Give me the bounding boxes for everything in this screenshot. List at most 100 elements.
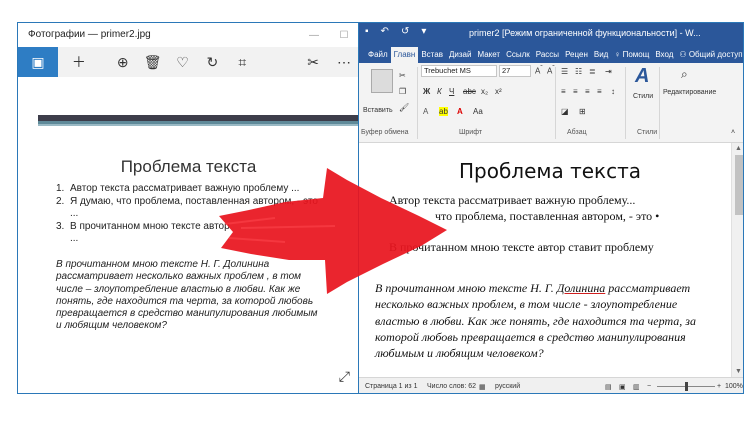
align-center-icon[interactable]: ≡ — [573, 87, 578, 96]
text-effects-icon[interactable]: A — [423, 107, 428, 116]
photos-toolbar: ▣ ＋ ⊕ 🗑 ♡ ↻ ⌗ ✂ ⋯ — [18, 47, 358, 77]
align-left-icon[interactable]: ≡ — [561, 87, 566, 96]
subscript-icon[interactable]: x₂ — [481, 87, 488, 96]
slide-header-stripe-light — [38, 124, 358, 126]
styles-icon[interactable]: A — [635, 65, 649, 88]
undo-icon[interactable]: ↶ — [381, 26, 389, 37]
bold-icon[interactable]: Ж — [423, 87, 430, 96]
strikethrough-icon[interactable]: abc — [463, 87, 476, 96]
word-window-title: primer2 [Режим ограниченной функциональн… — [469, 28, 701, 38]
align-right-icon[interactable]: ≡ — [585, 87, 590, 96]
highlight-icon[interactable]: ab — [439, 107, 448, 116]
person-icon: ⚇ — [679, 50, 688, 59]
favorite-icon[interactable]: ♡ — [168, 47, 198, 77]
signin-link[interactable]: Вход — [652, 47, 676, 63]
customize-icon[interactable]: ▾ — [421, 26, 426, 37]
font-name-select[interactable]: Trebuchet MS — [421, 65, 497, 77]
tab-review[interactable]: Рецен — [562, 47, 591, 63]
tab-layout[interactable]: Макет — [474, 47, 503, 63]
styles-button[interactable]: Стили — [633, 93, 653, 100]
multilevel-list-icon[interactable]: ≣ — [589, 67, 596, 76]
scroll-down-icon[interactable]: ▼ — [735, 368, 742, 375]
page-count[interactable]: Страница 1 из 1 — [365, 383, 417, 390]
zoom-out-icon[interactable]: − — [647, 383, 651, 390]
minimize-icon[interactable]: — — [299, 23, 329, 47]
photos-window-title: Фотографии — primer2.jpg — [28, 29, 151, 40]
document-line-2: что проблема, поставленная автором, - эт… — [435, 209, 659, 224]
tab-design[interactable]: Дизай — [446, 47, 474, 63]
tab-home[interactable]: Главн — [391, 47, 419, 63]
tab-references[interactable]: Ссылк — [503, 47, 533, 63]
maximize-icon[interactable]: ☐ — [329, 23, 358, 47]
numbering-icon[interactable]: ☷ — [575, 67, 582, 76]
red-arrow-icon — [215, 158, 450, 298]
web-layout-icon[interactable]: ▥ — [633, 383, 640, 391]
read-mode-icon[interactable]: ▤ — [605, 383, 612, 391]
shrink-font-icon[interactable]: Aˇ — [547, 65, 555, 76]
font-size-select[interactable]: 27 — [499, 65, 531, 77]
font-color-icon[interactable]: A — [457, 107, 463, 116]
rotate-icon[interactable]: ↻ — [197, 47, 227, 77]
vertical-scrollbar[interactable]: ▲ ▼ — [731, 143, 744, 377]
photos-window-controls: — ☐ — [299, 23, 358, 47]
ribbon-divider — [625, 67, 626, 139]
bullets-icon[interactable]: ☰ — [561, 67, 568, 76]
photos-title-bar: Фотографии — primer2.jpg — ☐ — [18, 23, 358, 47]
ribbon: Вставить ✂ ❐ 🖌 Буфер обмена Trebuchet MS… — [359, 63, 744, 143]
underline-icon[interactable]: Ч — [449, 87, 454, 96]
word-count[interactable]: Число слов: 62 — [427, 383, 476, 390]
ribbon-tabs: Файл Главн Встав Дизай Макет Ссылк Рассы… — [359, 45, 744, 63]
justify-icon[interactable]: ≡ — [597, 87, 602, 96]
editing-button[interactable]: Редактирование — [663, 89, 716, 96]
group-clipboard-label: Буфер обмена — [361, 129, 409, 136]
more-icon[interactable]: ⋯ — [329, 47, 358, 77]
ribbon-divider — [555, 67, 556, 139]
italic-icon[interactable]: К — [437, 87, 442, 96]
tab-help[interactable]: ♀ Помощ — [611, 47, 652, 63]
grow-font-icon[interactable]: Aˆ — [535, 65, 543, 76]
zoom-slider-handle[interactable] — [685, 382, 688, 391]
format-painter-icon[interactable]: 🖌 — [399, 103, 409, 112]
language-indicator[interactable]: русский — [495, 383, 520, 390]
delete-icon[interactable]: 🗑 — [138, 47, 168, 77]
group-styles-label: Стили — [637, 129, 657, 136]
status-bar: Страница 1 из 1 Число слов: 62 ▦ русский… — [359, 377, 744, 394]
change-case-icon[interactable]: Aa — [473, 107, 483, 116]
expand-icon[interactable]: ⤢ — [339, 368, 350, 385]
save-icon[interactable]: ▪ — [365, 26, 369, 37]
borders-icon[interactable]: ⊞ — [579, 107, 586, 116]
tab-insert[interactable]: Встав — [418, 47, 446, 63]
zoom-level[interactable]: 100% — [725, 383, 743, 390]
tab-file[interactable]: Файл — [365, 47, 391, 63]
copy-icon[interactable]: ❐ — [399, 87, 406, 96]
print-layout-icon[interactable]: ▣ — [619, 383, 626, 391]
spellcheck-name: Долинина — [557, 281, 605, 295]
crop-icon[interactable]: ⌗ — [227, 47, 257, 77]
cut-icon[interactable]: ✂ — [399, 71, 406, 80]
find-icon[interactable]: ⌕ — [681, 67, 688, 82]
indent-icon[interactable]: ⇥ — [605, 67, 612, 76]
proofing-icon[interactable]: ▦ — [479, 383, 486, 391]
line-spacing-icon[interactable]: ↕ — [611, 87, 615, 96]
word-title-bar: ▪ ↶ ↺ ▾ primer2 [Режим ограниченной функ… — [359, 23, 744, 45]
ribbon-divider — [659, 67, 660, 139]
paste-button[interactable]: Вставить — [363, 107, 393, 114]
collapse-ribbon-icon[interactable]: ˄ — [731, 129, 735, 136]
edit-icon[interactable]: ✂ — [297, 47, 329, 77]
scroll-thumb[interactable] — [735, 155, 743, 215]
redo-icon[interactable]: ↺ — [401, 26, 409, 37]
collection-icon[interactable]: ▣ — [18, 47, 58, 77]
ribbon-divider — [417, 67, 418, 139]
superscript-icon[interactable]: x² — [495, 87, 502, 96]
quick-access-toolbar: ▪ ↶ ↺ ▾ — [365, 26, 426, 37]
tab-mailings[interactable]: Рассы — [533, 47, 562, 63]
shading-icon[interactable]: ◪ — [561, 107, 569, 116]
tab-view[interactable]: Вид — [591, 47, 611, 63]
scroll-up-icon[interactable]: ▲ — [735, 145, 742, 152]
zoom-icon[interactable]: ⊕ — [108, 47, 138, 77]
paste-icon[interactable] — [371, 69, 393, 93]
add-icon[interactable]: ＋ — [58, 47, 100, 77]
zoom-in-icon[interactable]: + — [717, 383, 721, 390]
group-paragraph-label: Абзац — [567, 129, 587, 136]
share-button[interactable]: ⚇ Общий доступ — [676, 47, 744, 63]
